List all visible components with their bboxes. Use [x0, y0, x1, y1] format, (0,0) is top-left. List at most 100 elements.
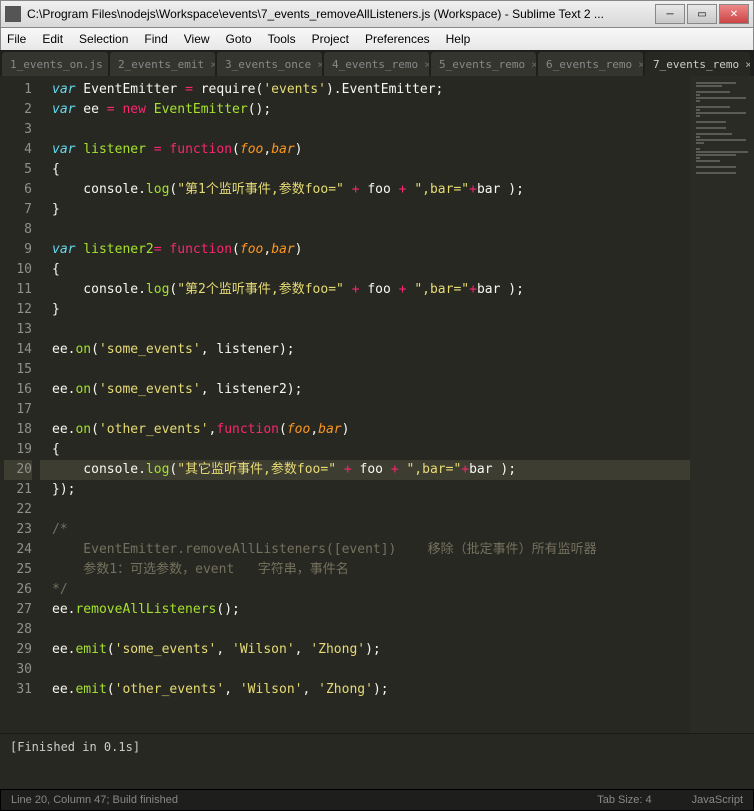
tab-0[interactable]: 1_events_on.js× [2, 52, 108, 76]
status-tabsize[interactable]: Tab Size: 4 [597, 794, 651, 806]
line-number: 4 [4, 140, 32, 160]
tab-close-icon[interactable]: × [745, 58, 750, 71]
tab-label: 3_events_once [225, 58, 311, 71]
status-left: Line 20, Column 47; Build finished [11, 794, 178, 806]
build-output-text: [Finished in 0.1s] [10, 740, 140, 754]
code-line[interactable]: console.log("第1个监听事件,参数foo=" + foo + ",b… [40, 180, 690, 200]
code-line[interactable]: ee.removeAllListeners(); [40, 600, 690, 620]
line-number: 24 [4, 540, 32, 560]
menu-goto[interactable]: Goto [226, 32, 252, 46]
build-output-panel: [Finished in 0.1s] [0, 733, 754, 789]
code-line[interactable]: var listener2= function(foo,bar) [40, 240, 690, 260]
line-number: 3 [4, 120, 32, 140]
menu-project[interactable]: Project [312, 32, 349, 46]
tab-close-icon[interactable]: × [424, 58, 429, 71]
statusbar: Line 20, Column 47; Build finished Tab S… [0, 789, 754, 811]
tab-1[interactable]: 2_events_emit × [110, 52, 215, 76]
window-title: C:\Program Files\nodejs\Workspace\events… [27, 7, 655, 21]
tab-close-icon[interactable]: × [317, 58, 322, 71]
code-line[interactable] [40, 360, 690, 380]
line-number: 25 [4, 560, 32, 580]
code-line[interactable]: }); [40, 480, 690, 500]
line-number: 10 [4, 260, 32, 280]
code-line[interactable]: { [40, 160, 690, 180]
code-line[interactable] [40, 620, 690, 640]
line-number: 19 [4, 440, 32, 460]
window-titlebar: C:\Program Files\nodejs\Workspace\events… [0, 0, 754, 28]
code-line[interactable] [40, 400, 690, 420]
line-number: 20 [4, 460, 32, 480]
line-number: 21 [4, 480, 32, 500]
line-number: 11 [4, 280, 32, 300]
code-line[interactable]: console.log("其它监听事件,参数foo=" + foo + ",ba… [40, 460, 690, 480]
tab-label: 5_events_remo [439, 58, 525, 71]
menu-find[interactable]: Find [144, 32, 167, 46]
code-line[interactable] [40, 220, 690, 240]
code-line[interactable] [40, 660, 690, 680]
code-line[interactable] [40, 120, 690, 140]
line-number: 2 [4, 100, 32, 120]
line-number: 15 [4, 360, 32, 380]
code-line[interactable]: } [40, 300, 690, 320]
tab-label: 4_events_remo [332, 58, 418, 71]
code-line[interactable]: ee.emit('some_events', 'Wilson', 'Zhong'… [40, 640, 690, 660]
line-number: 12 [4, 300, 32, 320]
code-line[interactable]: /* [40, 520, 690, 540]
line-number: 26 [4, 580, 32, 600]
minimize-button[interactable]: ─ [655, 4, 685, 24]
close-button[interactable]: ✕ [719, 4, 749, 24]
code-line[interactable]: } [40, 200, 690, 220]
code-line[interactable]: var EventEmitter = require('events').Eve… [40, 80, 690, 100]
tab-label: 2_events_emit [118, 58, 204, 71]
menu-selection[interactable]: Selection [79, 32, 128, 46]
status-language[interactable]: JavaScript [692, 794, 743, 806]
window-controls: ─ ▭ ✕ [655, 4, 749, 24]
line-number: 9 [4, 240, 32, 260]
code-line[interactable]: ee.emit('other_events', 'Wilson', 'Zhong… [40, 680, 690, 700]
maximize-button[interactable]: ▭ [687, 4, 717, 24]
code-line[interactable] [40, 500, 690, 520]
code-line[interactable]: EventEmitter.removeAllListeners([event])… [40, 540, 690, 560]
menu-help[interactable]: Help [446, 32, 471, 46]
menubar: File Edit Selection Find View Goto Tools… [0, 28, 754, 50]
tab-4[interactable]: 5_events_remo × [431, 52, 536, 76]
code-line[interactable]: ee.on('other_events',function(foo,bar) [40, 420, 690, 440]
line-number: 29 [4, 640, 32, 660]
tab-label: 6_events_remo [546, 58, 632, 71]
tab-3[interactable]: 4_events_remo × [324, 52, 429, 76]
code-line[interactable]: */ [40, 580, 690, 600]
line-number: 13 [4, 320, 32, 340]
menu-file[interactable]: File [7, 32, 26, 46]
line-gutter: 1234567891011121314151617181920212223242… [0, 76, 40, 733]
line-number: 5 [4, 160, 32, 180]
tab-5[interactable]: 6_events_remo × [538, 52, 643, 76]
code-line[interactable]: { [40, 440, 690, 460]
code-line[interactable]: ee.on('some_events', listener); [40, 340, 690, 360]
menu-tools[interactable]: Tools [268, 32, 296, 46]
line-number: 27 [4, 600, 32, 620]
tab-close-icon[interactable]: × [531, 58, 536, 71]
code-area[interactable]: var EventEmitter = require('events').Eve… [40, 76, 690, 733]
menu-edit[interactable]: Edit [42, 32, 63, 46]
tab-label: 1_events_on.js [10, 58, 103, 71]
code-line[interactable]: var ee = new EventEmitter(); [40, 100, 690, 120]
line-number: 7 [4, 200, 32, 220]
tab-6[interactable]: 7_events_remo× [645, 52, 750, 76]
code-line[interactable]: var listener = function(foo,bar) [40, 140, 690, 160]
line-number: 31 [4, 680, 32, 700]
code-line[interactable]: 参数1：可选参数，event 字符串，事件名 [40, 560, 690, 580]
code-line[interactable]: { [40, 260, 690, 280]
menu-preferences[interactable]: Preferences [365, 32, 430, 46]
menu-view[interactable]: View [184, 32, 210, 46]
line-number: 17 [4, 400, 32, 420]
code-line[interactable]: ee.on('some_events', listener2); [40, 380, 690, 400]
tab-close-icon[interactable]: × [638, 58, 643, 71]
minimap[interactable] [690, 76, 754, 733]
tab-2[interactable]: 3_events_once × [217, 52, 322, 76]
tab-close-icon[interactable]: × [210, 58, 215, 71]
code-line[interactable] [40, 320, 690, 340]
tabbar: 1_events_on.js×2_events_emit×3_events_on… [0, 50, 754, 76]
line-number: 18 [4, 420, 32, 440]
line-number: 14 [4, 340, 32, 360]
code-line[interactable]: console.log("第2个监听事件,参数foo=" + foo + ",b… [40, 280, 690, 300]
